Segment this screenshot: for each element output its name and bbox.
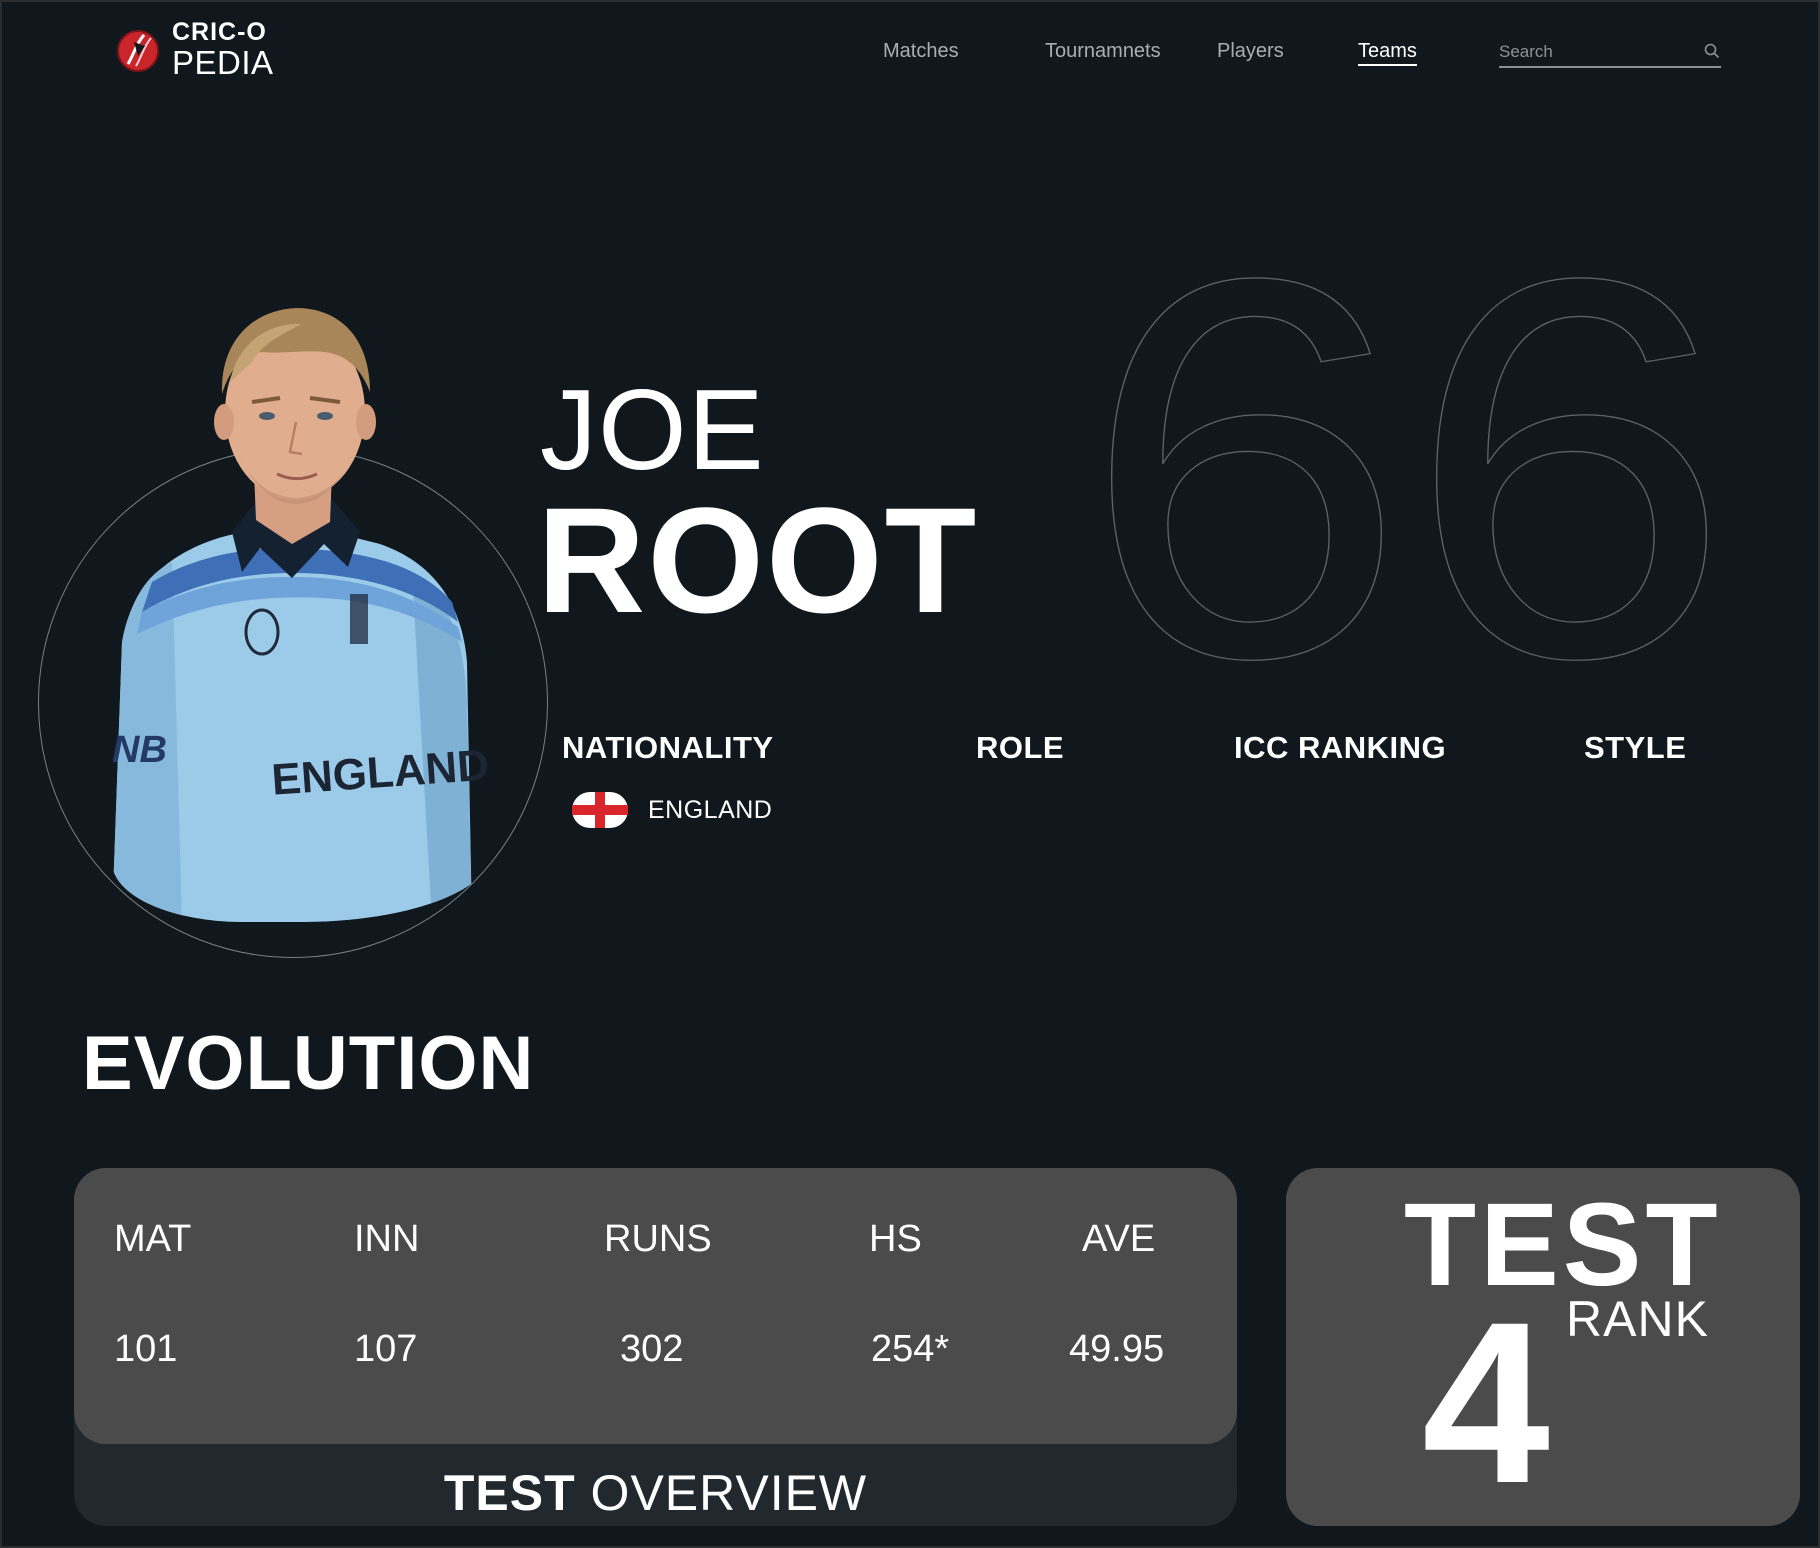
- player-profile-page: CRIC-O PEDIA Matches Tournamnets Players…: [0, 0, 1820, 1548]
- test-rank-card[interactable]: TEST 4 RANK: [1286, 1168, 1800, 1526]
- rank-number: 4: [1422, 1274, 1550, 1531]
- stat-header-ave: AVE: [1082, 1218, 1156, 1260]
- player-portrait-image: NB ENGLAND: [112, 308, 491, 922]
- icc-ranking-label: ICC RANKING: [1234, 730, 1447, 765]
- stat-value-ave: 49.95: [1069, 1328, 1165, 1370]
- stat-header-mat: MAT: [114, 1218, 192, 1260]
- svg-text:NB: NB: [112, 729, 167, 771]
- stat-value-runs: 302: [620, 1328, 684, 1370]
- stat-header-hs: HS: [869, 1218, 922, 1260]
- stat-value-mat: 101: [114, 1328, 178, 1370]
- stat-header-runs: RUNS: [604, 1218, 712, 1260]
- player-first-name: JOE: [540, 367, 765, 494]
- evolution-title: EVOLUTION: [82, 1021, 535, 1106]
- overview-format: TEST: [443, 1465, 576, 1521]
- search-icon[interactable]: [1703, 42, 1721, 60]
- nationality-label: NATIONALITY: [562, 730, 774, 765]
- nav-item-players[interactable]: Players: [1217, 40, 1284, 63]
- overview-label: OVERVIEW: [575, 1465, 868, 1521]
- england-flag-icon: [572, 792, 628, 828]
- jersey-number: 66: [1082, 260, 1732, 670]
- nationality-text: ENGLAND: [648, 795, 773, 824]
- stat-value-hs: 254*: [871, 1328, 950, 1370]
- jersey-number-text: 66: [1082, 260, 1732, 670]
- nav-item-teams[interactable]: Teams: [1358, 40, 1417, 66]
- search-input[interactable]: [1499, 38, 1689, 66]
- role-label: ROLE: [976, 730, 1065, 765]
- stat-header-inn: INN: [354, 1218, 420, 1260]
- stat-value-inn: 107: [354, 1328, 418, 1370]
- nav-item-matches[interactable]: Matches: [883, 40, 959, 63]
- nav-item-tournaments[interactable]: Tournamnets: [1045, 40, 1161, 63]
- test-overview-title: TEST OVERVIEW: [74, 1464, 1237, 1522]
- player-last-name: ROOT: [537, 476, 979, 644]
- stats-table: MAT INN RUNS HS AVE 101 107 302 254* 49.…: [74, 1168, 1237, 1444]
- search-box: [1499, 38, 1721, 68]
- player-photo: NB ENGLAND: [112, 282, 492, 922]
- style-label: STYLE: [1584, 730, 1687, 765]
- nationality-value: ENGLAND: [572, 792, 772, 828]
- rank-label: RANK: [1566, 1291, 1709, 1347]
